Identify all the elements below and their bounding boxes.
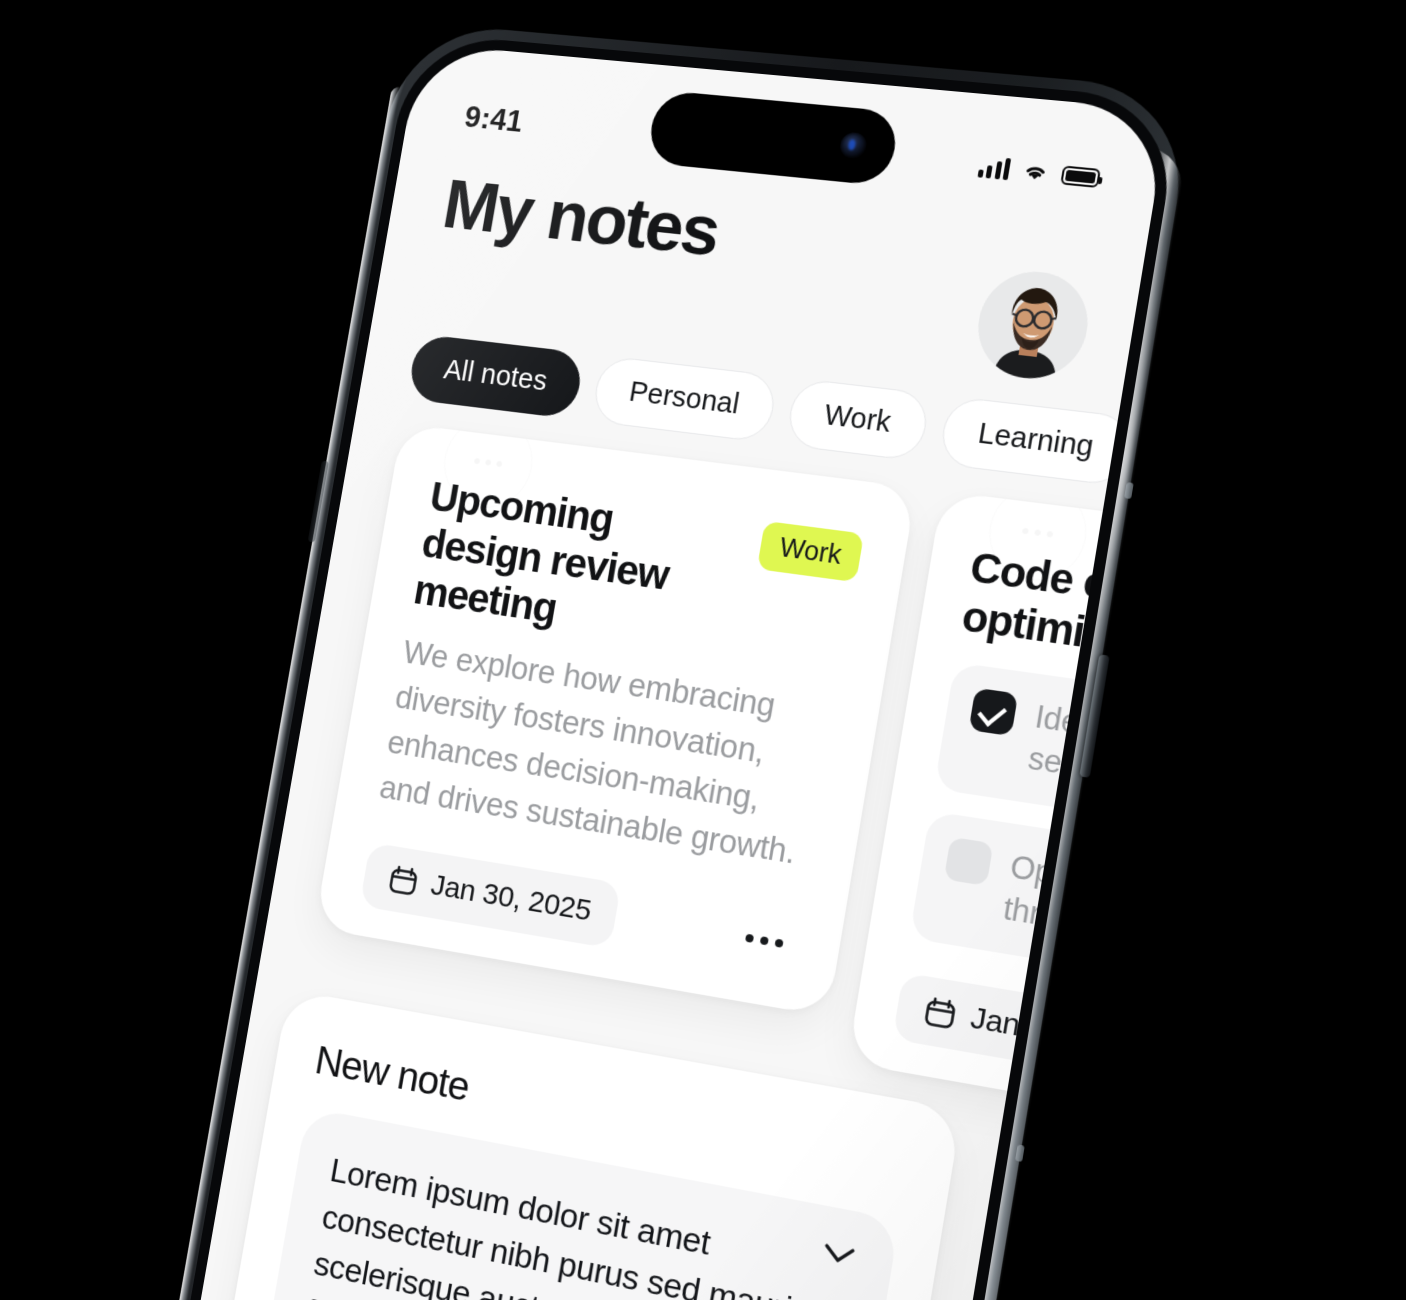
chevron-down-icon[interactable] — [820, 1241, 858, 1268]
note-date: Jan 28, 2025 — [968, 1000, 1150, 1065]
checklist-item[interactable]: Identify and r code section — [933, 662, 1169, 851]
checklist-label: Optimize cod through algor — [1001, 848, 1169, 957]
page-title: My notes — [437, 166, 725, 272]
screenshot-stage: 9:41 My notes All notes Personal Work Le… — [0, 0, 1406, 1300]
note-card[interactable]: Code cleanup and optimiz Identify and r … — [847, 491, 1169, 1150]
filter-chip-code[interactable]: Co — [1142, 419, 1169, 503]
avatar-photo-icon — [970, 266, 1096, 385]
note-date: Jan 30, 2025 — [428, 868, 594, 928]
checkbox-unchecked-icon[interactable] — [943, 836, 994, 887]
antenna-seam-top — [1123, 482, 1134, 500]
note-title: Code cleanup and optimiz — [958, 543, 1169, 659]
notes-app: My notes All notes Personal Work Learnin… — [151, 147, 1169, 1300]
new-note-editor[interactable]: Lorem ipsum dolor sit amet consectetur n… — [248, 1107, 900, 1300]
note-card-header: Code cleanup and optimiz — [959, 542, 1169, 697]
checkbox-checked-icon[interactable] — [968, 687, 1019, 737]
calendar-icon — [921, 994, 959, 1032]
new-note-panel[interactable]: New note Lorem ipsum dolor sit amet cons… — [210, 989, 962, 1300]
new-note-text: Lorem ipsum dolor sit amet consectetur n… — [303, 1151, 811, 1300]
status-bar-clock: 9:41 — [462, 99, 526, 139]
card-watermark-icon — [982, 491, 1093, 586]
front-camera-icon — [838, 131, 869, 160]
battery-full-icon — [1060, 164, 1102, 188]
filter-chip-learning[interactable]: Learning — [937, 395, 1135, 487]
filter-chip-work[interactable]: Work — [784, 377, 932, 462]
notes-list: Upcoming design review meeting Work We e… — [260, 393, 1169, 1150]
note-body: We explore how embracing diversity foste… — [377, 633, 799, 871]
calendar-icon — [386, 862, 421, 898]
wifi-icon — [1021, 161, 1051, 183]
note-date-pill: Jan 30, 2025 — [359, 842, 622, 949]
status-bar-icons — [976, 156, 1102, 189]
phone-mockup: 9:41 My notes All notes Personal Work Le… — [111, 0, 1196, 1300]
avatar[interactable] — [970, 266, 1096, 385]
